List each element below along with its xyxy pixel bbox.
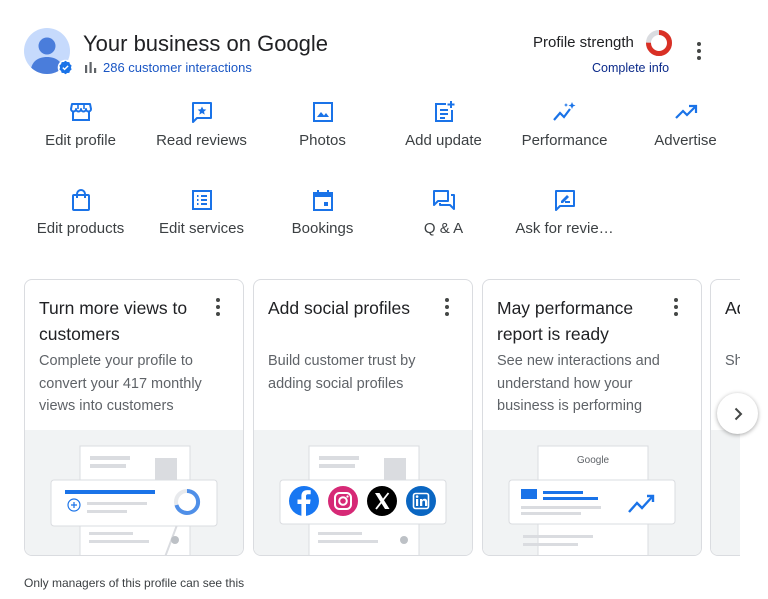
managers-visibility-note: Only managers of this profile can see th… (24, 576, 245, 590)
bar-chart-icon (85, 62, 97, 73)
action-label: Bookings (291, 220, 354, 237)
card-title: May performance report is ready (497, 298, 634, 344)
action-add-update[interactable]: Add update (383, 100, 504, 160)
action-label: Edit profile (45, 132, 116, 149)
card-more-options-icon[interactable] (673, 298, 679, 319)
action-label: Ask for revie… (515, 220, 614, 237)
suggestion-card[interactable]: May performance report is ready See new … (482, 279, 702, 556)
suggestion-cards-carousel: Turn more views to customers Complete yo… (24, 279, 740, 556)
sparkle-chart-icon (552, 102, 575, 121)
chevron-right-icon (734, 407, 742, 420)
action-label: Q & A (423, 220, 464, 237)
card-title: Add social profiles (268, 298, 411, 318)
card-illustration: Google (483, 430, 701, 555)
card-illustration (254, 430, 472, 555)
rate-review-icon (554, 190, 575, 211)
action-edit-products[interactable]: Edit products (20, 188, 141, 248)
action-label: Add update (405, 132, 482, 149)
instagram-icon (328, 486, 358, 516)
card-description: Complete your profile to convert your 41… (39, 353, 202, 414)
action-q-and-a[interactable]: Q & A (383, 188, 504, 248)
page-title: Your business on Google (83, 31, 329, 56)
performance-report-illustration: Google (508, 445, 676, 555)
action-bookings[interactable]: Bookings (262, 188, 383, 248)
customer-interactions-link[interactable]: 286 customer interactions (85, 60, 252, 75)
action-edit-profile[interactable]: Edit profile (20, 100, 141, 160)
profile-strength-label: Profile strength (533, 34, 634, 51)
complete-info-link[interactable]: Complete info (592, 61, 669, 75)
action-label: Photos (299, 132, 346, 149)
card-title: Ad (725, 298, 740, 318)
storefront-icon (69, 103, 92, 121)
business-header: Your business on Google 286 customer int… (24, 28, 744, 78)
linkedin-icon (406, 486, 436, 516)
facebook-icon (289, 486, 319, 516)
card-title: Turn more views to customers (39, 298, 188, 344)
card-description: See new interactions and understand how … (497, 353, 660, 414)
card-more-options-icon[interactable] (215, 298, 221, 319)
verified-badge-icon (57, 59, 74, 76)
calendar-icon (312, 190, 333, 211)
forum-icon (432, 190, 455, 210)
card-illustration (711, 430, 740, 555)
google-wordmark: Google (577, 455, 610, 466)
more-options-icon[interactable] (692, 42, 706, 66)
action-performance[interactable]: Performance (504, 100, 625, 160)
suggestion-card[interactable]: Add social profiles Build customer trust… (253, 279, 473, 556)
interactions-text: 286 customer interactions (103, 60, 252, 75)
card-description: Build customer trust by adding social pr… (268, 353, 416, 392)
action-advertise[interactable]: Advertise (625, 100, 746, 160)
action-edit-services[interactable]: Edit services (141, 188, 262, 248)
star-review-icon (191, 102, 212, 123)
card-description: Sh bu (725, 353, 740, 369)
image-icon (312, 102, 333, 122)
card-more-options-icon[interactable] (444, 298, 450, 319)
social-profiles-illustration (279, 445, 447, 555)
card-illustration (25, 430, 243, 555)
action-label: Read reviews (156, 132, 247, 149)
action-label: Advertise (654, 132, 717, 149)
carousel-next-button[interactable] (717, 393, 758, 434)
post-add-icon (434, 101, 454, 122)
action-label: Edit services (158, 220, 245, 237)
profile-completion-illustration (50, 445, 218, 555)
x-twitter-icon (367, 486, 397, 516)
action-label: Performance (521, 132, 608, 149)
shopping-bag-icon (71, 189, 90, 211)
action-read-reviews[interactable]: Read reviews (141, 100, 262, 160)
trending-up-icon (674, 104, 697, 119)
list-alt-icon (191, 190, 212, 210)
action-ask-for-reviews[interactable]: Ask for revie… (504, 188, 625, 248)
profile-strength-meter[interactable] (645, 29, 673, 57)
action-photos[interactable]: Photos (262, 100, 383, 160)
action-label: Edit products (36, 220, 125, 237)
suggestion-card[interactable]: Turn more views to customers Complete yo… (24, 279, 244, 556)
